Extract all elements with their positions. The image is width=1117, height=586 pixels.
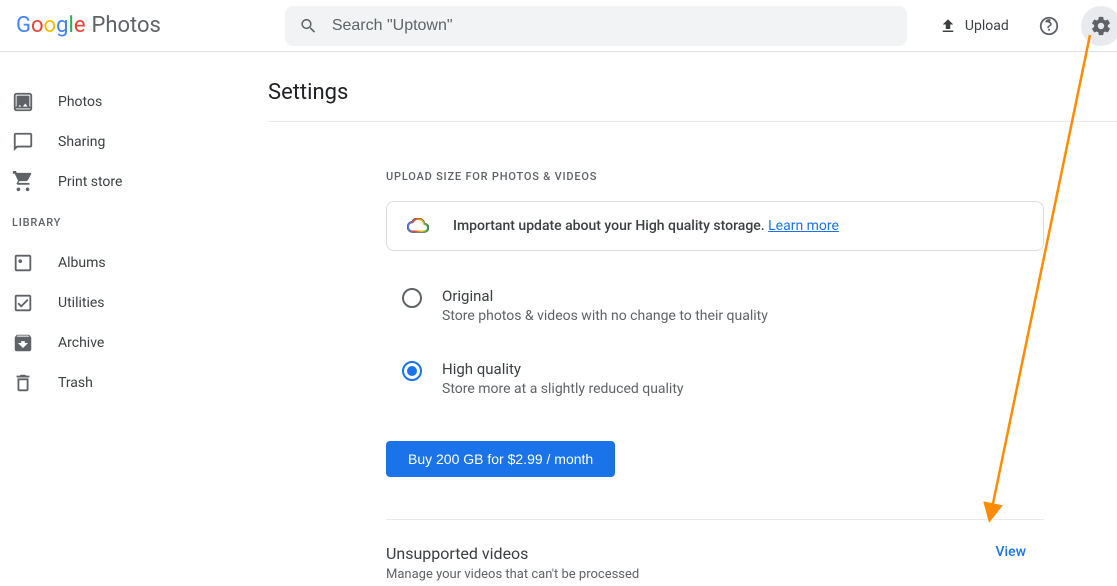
- unsupported-videos-row: Unsupported videos Manage your videos th…: [386, 544, 1044, 582]
- sidebar-label: Albums: [58, 255, 106, 271]
- upload-option-high-quality[interactable]: High quality Store more at a slightly re…: [386, 352, 1044, 405]
- radio-desc: Store more at a slightly reduced quality: [442, 381, 684, 397]
- main-content: Settings UPLOAD SIZE FOR PHOTOS & VIDEOS…: [248, 52, 1117, 586]
- upload-icon: [939, 17, 957, 35]
- sidebar-item-photos[interactable]: Photos: [0, 82, 248, 122]
- upload-label: Upload: [965, 18, 1009, 34]
- sidebar-label: Archive: [58, 335, 104, 351]
- google-photos-logo[interactable]: Google Photos: [16, 13, 161, 38]
- sidebar-item-archive[interactable]: Archive: [0, 323, 248, 363]
- cart-icon: [12, 171, 34, 193]
- sidebar-label: Photos: [58, 94, 102, 110]
- sidebar-label: Trash: [58, 375, 93, 391]
- buy-storage-button[interactable]: Buy 200 GB for $2.99 / month: [386, 441, 615, 477]
- search-input[interactable]: [332, 17, 893, 35]
- page-title: Settings: [268, 80, 1117, 105]
- upload-option-original[interactable]: Original Store photos & videos with no c…: [386, 279, 1044, 332]
- upload-size-section-label: UPLOAD SIZE FOR PHOTOS & VIDEOS: [386, 170, 1044, 183]
- logo-product-name: Photos: [91, 13, 160, 38]
- header-actions: Upload: [931, 6, 1117, 46]
- sidebar: Photos Sharing Print store LIBRARY Album…: [0, 52, 248, 586]
- sidebar-label: Utilities: [58, 295, 105, 311]
- row-desc: Manage your videos that can't be process…: [386, 567, 639, 582]
- divider: [386, 519, 1044, 520]
- gear-icon: [1090, 15, 1112, 37]
- search-bar[interactable]: [285, 6, 907, 46]
- divider: [268, 121, 1117, 122]
- help-icon: [1038, 15, 1060, 37]
- sharing-icon: [12, 131, 34, 153]
- utilities-icon: [12, 292, 34, 314]
- app-header: Google Photos Upload: [0, 0, 1117, 52]
- help-button[interactable]: [1029, 6, 1069, 46]
- radio-title: Original: [442, 287, 768, 305]
- learn-more-link[interactable]: Learn more: [768, 218, 839, 234]
- settings-button[interactable]: [1081, 6, 1117, 46]
- upload-button[interactable]: Upload: [931, 11, 1017, 41]
- sidebar-item-utilities[interactable]: Utilities: [0, 283, 248, 323]
- sidebar-label: Print store: [58, 174, 122, 190]
- row-title: Unsupported videos: [386, 544, 639, 563]
- archive-icon: [12, 332, 34, 354]
- albums-icon: [12, 252, 34, 274]
- storage-info-card: Important update about your High quality…: [386, 201, 1044, 251]
- radio-desc: Store photos & videos with no change to …: [442, 308, 768, 324]
- sidebar-section-library: LIBRARY: [0, 202, 248, 243]
- sidebar-item-albums[interactable]: Albums: [0, 243, 248, 283]
- sidebar-item-print-store[interactable]: Print store: [0, 162, 248, 202]
- cloud-icon: [407, 218, 429, 234]
- sidebar-item-trash[interactable]: Trash: [0, 363, 248, 403]
- info-card-text: Important update about your High quality…: [453, 218, 768, 234]
- sidebar-label: Sharing: [58, 134, 105, 150]
- radio-button[interactable]: [402, 361, 422, 381]
- trash-icon: [12, 372, 34, 394]
- photo-icon: [12, 91, 34, 113]
- sidebar-item-sharing[interactable]: Sharing: [0, 122, 248, 162]
- search-icon: [299, 16, 318, 36]
- radio-title: High quality: [442, 360, 684, 378]
- radio-button[interactable]: [402, 288, 422, 308]
- view-link[interactable]: View: [996, 544, 1027, 560]
